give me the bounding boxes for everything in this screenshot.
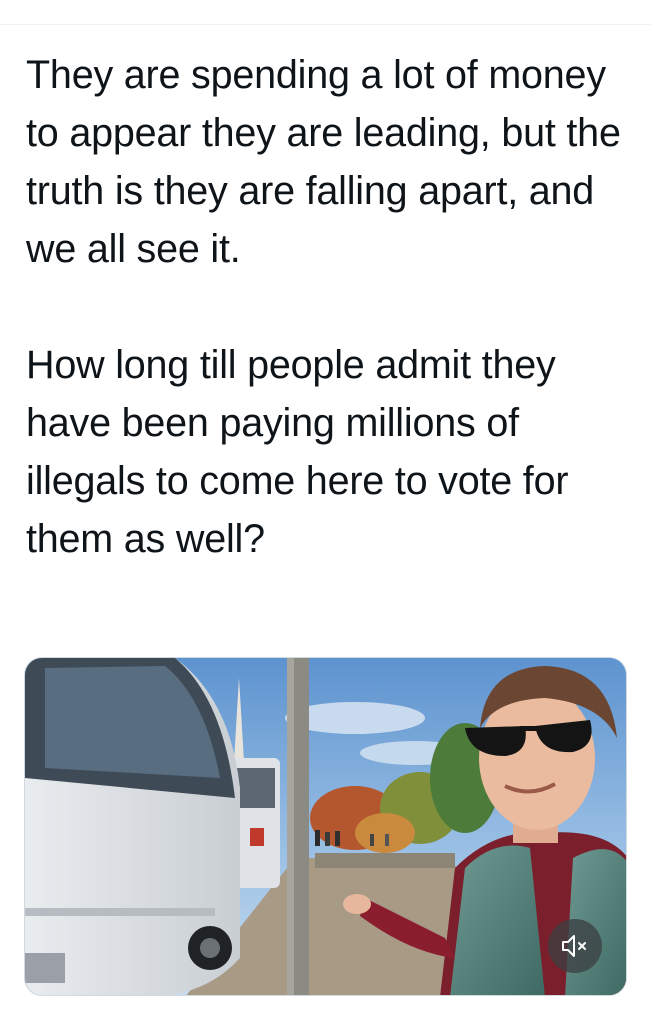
- mute-toggle-button[interactable]: [548, 919, 602, 973]
- tweet-paragraph-1: They are spending a lot of money to appe…: [26, 53, 621, 271]
- speaker-muted-icon: [562, 935, 586, 957]
- video-frame: [25, 658, 626, 995]
- top-divider: [0, 24, 651, 25]
- tweet-paragraph-2: How long till people admit they have bee…: [26, 343, 569, 561]
- tweet-text: They are spending a lot of money to appe…: [26, 46, 626, 568]
- tweet-video[interactable]: [24, 657, 627, 996]
